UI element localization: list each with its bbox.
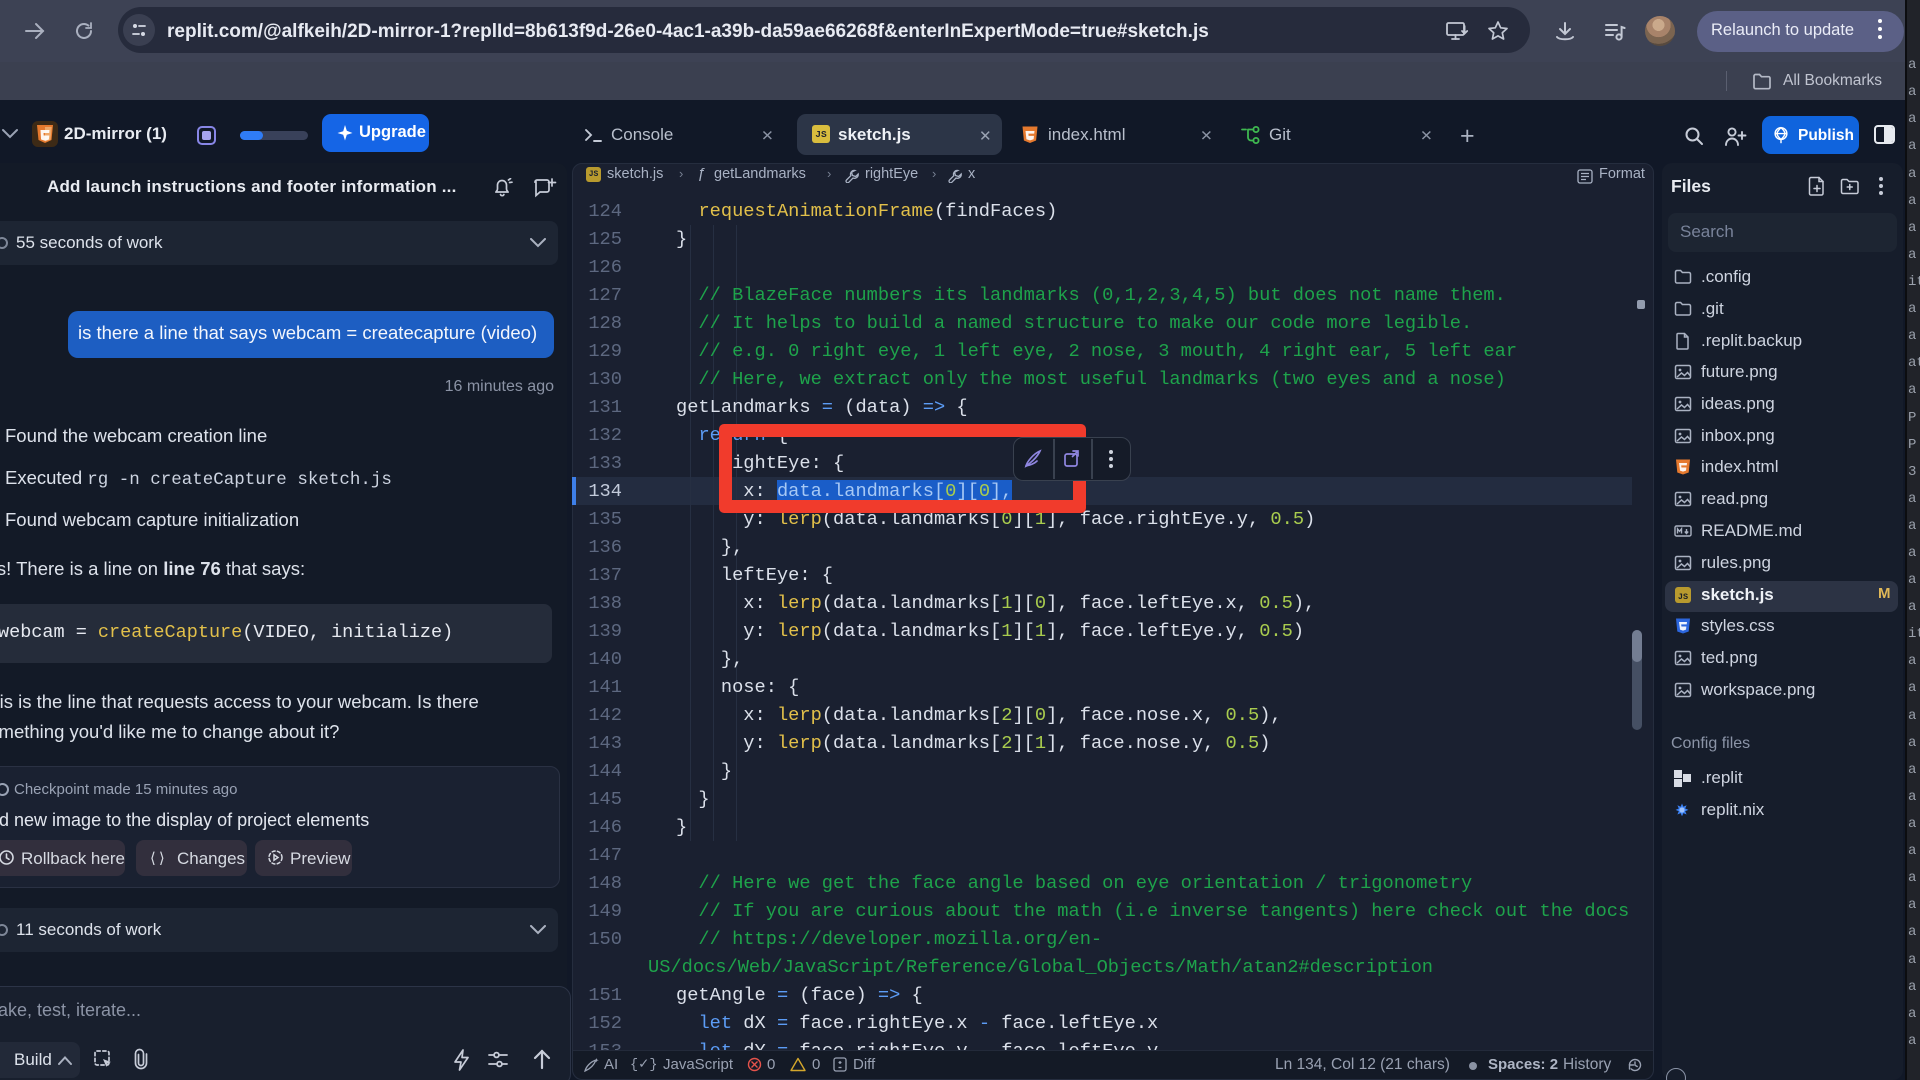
svg-text:JS: JS <box>1678 592 1688 602</box>
